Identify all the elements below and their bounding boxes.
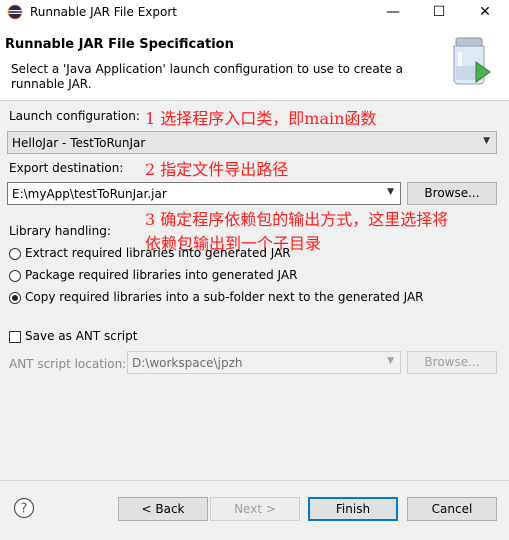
- maximize-button[interactable]: ☐: [416, 0, 462, 24]
- minimize-button[interactable]: —: [370, 0, 416, 24]
- export-destination-combo[interactable]: E:\myApp\testToRunJar.jar ▼: [7, 182, 401, 205]
- chevron-down-icon: ▼: [387, 356, 394, 366]
- radio-package-label[interactable]: Package required libraries into generate…: [25, 268, 297, 282]
- page-description: Select a 'Java Application' launch confi…: [11, 62, 403, 91]
- launch-configuration-value: HelloJar - TestToRunJar: [12, 136, 146, 150]
- export-destination-label: Export destination:: [9, 161, 124, 175]
- help-icon[interactable]: ?: [13, 497, 35, 519]
- library-handling-label: Library handling:: [9, 224, 111, 238]
- title-bar: Runnable JAR File Export — ☐ ✕: [0, 0, 509, 24]
- ant-location-label: ANT script location:: [9, 357, 127, 371]
- save-ant-checkbox[interactable]: [9, 331, 21, 343]
- jar-export-icon: [453, 37, 491, 85]
- annotation-1: 1 选择程序入口类，即main函数: [145, 109, 377, 128]
- close-button[interactable]: ✕: [462, 0, 508, 24]
- chevron-down-icon: ▼: [387, 187, 394, 197]
- save-ant-label[interactable]: Save as ANT script: [25, 329, 137, 343]
- chevron-down-icon: ▼: [483, 136, 490, 146]
- cancel-button[interactable]: Cancel: [407, 497, 497, 521]
- annotation-2: 2 指定文件导出路径: [145, 160, 289, 179]
- footer-separator: [0, 480, 509, 481]
- next-button: Next >: [210, 497, 300, 521]
- export-destination-value: E:\myApp\testToRunJar.jar: [12, 187, 167, 201]
- back-button[interactable]: < Back: [118, 497, 208, 521]
- eclipse-icon: [7, 4, 23, 20]
- radio-extract-label[interactable]: Extract required libraries into generate…: [25, 246, 291, 260]
- launch-configuration-combo[interactable]: HelloJar - TestToRunJar ▼: [7, 131, 497, 154]
- finish-button[interactable]: Finish: [308, 497, 398, 521]
- launch-configuration-label: Launch configuration:: [9, 109, 140, 123]
- radio-copy-label[interactable]: Copy required libraries into a sub-folde…: [25, 290, 424, 304]
- annotation-3-line1: 3 确定程序依赖包的输出方式，这里选择将: [145, 210, 449, 229]
- radio-package[interactable]: [9, 270, 21, 282]
- export-browse-button[interactable]: Browse...: [407, 182, 497, 205]
- ant-browse-button: Browse...: [407, 351, 497, 374]
- ant-location-value: D:\workspace\jpzh: [132, 356, 243, 370]
- ant-location-combo: D:\workspace\jpzh ▼: [127, 351, 401, 374]
- window-title: Runnable JAR File Export: [30, 5, 177, 19]
- page-title: Runnable JAR File Specification: [5, 37, 234, 52]
- radio-copy[interactable]: [9, 292, 21, 304]
- radio-extract[interactable]: [9, 248, 21, 260]
- svg-text:?: ?: [21, 502, 28, 517]
